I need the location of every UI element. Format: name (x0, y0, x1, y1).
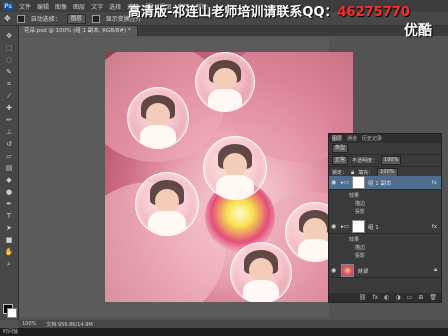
layers-panel-footer: ⛓ fx ◐ ◑ ▭ ⊞ 🗑︎ (329, 293, 441, 302)
watermark-text: 高清版-祁连山老师培训请联系QQ：46275770 (128, 1, 410, 20)
visibility-eye-icon[interactable]: ◉ (331, 223, 338, 230)
history-brush-icon[interactable]: ↺ (4, 140, 14, 148)
trash-icon[interactable]: 🗑︎ (429, 294, 437, 301)
document-tab-bar: 花朵.psd @ 100% (组 1 副本, RGB/8#) * (18, 26, 448, 36)
menu-layer[interactable]: 图层 (73, 2, 85, 11)
menu-file[interactable]: 文件 (19, 2, 31, 11)
auto-select-checkbox[interactable] (16, 14, 25, 23)
blur-icon[interactable]: ◆ (4, 176, 14, 184)
photo-bubble[interactable] (135, 172, 199, 236)
move-tool-icon[interactable]: ✥ (4, 14, 11, 23)
layer-thumbnail (341, 264, 354, 277)
hand-icon[interactable]: ✋ (4, 248, 14, 256)
layer-thumbnail (351, 176, 365, 189)
photo-bubble[interactable] (195, 52, 255, 112)
zoom-icon[interactable]: ⌕ (4, 260, 14, 268)
effect-stroke[interactable]: 描边 (355, 244, 365, 251)
timeline-bar[interactable]: 时间轴 (0, 328, 448, 336)
marquee-icon[interactable]: ⬚ (4, 44, 14, 52)
menu-image[interactable]: 图像 (55, 2, 67, 11)
layer-row-background[interactable]: ◉ 背景 🔒︎ (329, 264, 441, 278)
background-color-swatch[interactable] (7, 308, 17, 318)
layer-name[interactable]: 组 1 副本 (368, 179, 392, 187)
folder-icon: ▸▭ (341, 179, 349, 186)
folder-icon[interactable]: ▭ (407, 294, 413, 301)
show-transform-checkbox[interactable] (91, 14, 100, 23)
watermark-label: 高清版-祁连山老师培训请联系QQ： (128, 5, 338, 20)
gradient-icon[interactable]: ▤ (4, 164, 14, 172)
new-layer-icon[interactable]: ⊞ (418, 294, 423, 301)
status-bar: 100% 文档:956.8K/14.9M (19, 320, 448, 328)
auto-select-dropdown[interactable]: 图层 (66, 13, 86, 24)
auto-select-label: 自动选择： (30, 16, 61, 23)
tab-history[interactable]: 历史记录 (362, 135, 382, 142)
blend-row: 正常 不透明度： 100% (329, 155, 441, 167)
watermark-qq: 46275770 (337, 5, 410, 20)
layer-thumbnail (351, 220, 365, 233)
type-icon[interactable]: T (4, 212, 14, 220)
effect-stroke[interactable]: 描边 (355, 200, 365, 207)
layer-filter-row: 类型 (329, 143, 441, 155)
tab-channels[interactable]: 通道 (347, 135, 357, 142)
path-select-icon[interactable]: ➤ (4, 224, 14, 232)
clone-stamp-icon[interactable]: ⊥ (4, 128, 14, 136)
lock-icon: 🔒︎ (434, 267, 437, 273)
layer-name[interactable]: 背景 (357, 267, 368, 275)
fx-icon: fx (431, 179, 437, 186)
crop-icon[interactable]: ⌗ (4, 80, 14, 88)
opacity-label: 不透明度： (352, 158, 378, 164)
folder-icon: ▸▭ (341, 223, 349, 230)
adjust-icon[interactable]: ◑ (395, 294, 400, 301)
layer-filter-dropdown[interactable]: 类型 (332, 144, 349, 153)
layers-panel-tabs: 图层 通道 历史记录 (329, 134, 441, 143)
document-tab[interactable]: 花朵.psd @ 100% (组 1 副本, RGB/8#) * (18, 26, 138, 36)
blend-mode-dropdown[interactable]: 正常 (332, 156, 349, 165)
eraser-icon[interactable]: ▱ (4, 152, 14, 160)
tab-layers[interactable]: 图层 (332, 135, 342, 142)
move-icon[interactable]: ✥ (4, 32, 14, 40)
menu-select[interactable]: 选择 (109, 2, 121, 11)
photoshop-logo: Ps (3, 1, 13, 11)
layer-row-group[interactable]: ◉ ▸▭ 组 1 fx (329, 220, 441, 234)
fx-icon: fx (431, 223, 437, 230)
dodge-icon[interactable]: ● (4, 188, 14, 196)
photo-bubble[interactable] (230, 242, 292, 302)
photo-bubble[interactable] (203, 136, 267, 200)
link-icon[interactable]: ⛓ (359, 294, 367, 301)
mask-icon[interactable]: ◐ (384, 294, 389, 301)
document-canvas[interactable] (105, 52, 353, 302)
zoom-level[interactable]: 100% (22, 321, 36, 327)
document-info: 文档:956.8K/14.9M (46, 321, 93, 328)
fx-icon[interactable]: fx (373, 294, 379, 301)
layer-name[interactable]: 组 1 (368, 223, 379, 231)
effects-label: 效果 (349, 237, 360, 243)
shape-icon[interactable]: ■ (4, 236, 14, 244)
opacity-field[interactable]: 100% (381, 156, 402, 165)
visibility-eye-icon[interactable]: ◉ (331, 179, 338, 186)
fill-label: 填充： (358, 170, 374, 176)
lasso-icon[interactable]: ◌ (4, 56, 14, 64)
layers-panel: 图层 通道 历史记录 类型 正常 不透明度： 100% 锁定： 🔒︎ 填充： 1… (328, 133, 442, 303)
quick-select-icon[interactable]: ✎ (4, 68, 14, 76)
tools-panel: ✥ ⬚ ◌ ✎ ⌗ ⁄ ✚ ✏ ⊥ ↺ ▱ ▤ ◆ ● ✒ T ➤ ■ ✋ ⌕ (0, 26, 19, 320)
healing-brush-icon[interactable]: ✚ (4, 104, 14, 112)
pen-icon[interactable]: ✒ (4, 200, 14, 208)
visibility-eye-icon[interactable]: ◉ (331, 267, 338, 274)
eyedropper-icon[interactable]: ⁄ (4, 92, 14, 100)
layer-row-group-copy[interactable]: ◉ ▸▭ 组 1 副本 fx (329, 176, 441, 190)
brush-icon[interactable]: ✏ (4, 116, 14, 124)
youku-logo: 优酷 (404, 23, 432, 39)
effects-label: 效果 (349, 193, 360, 199)
menu-edit[interactable]: 编辑 (37, 2, 49, 11)
menu-type[interactable]: 文字 (91, 2, 103, 11)
effect-drop-shadow[interactable]: 投影 (355, 208, 365, 215)
lock-label: 锁定： (332, 170, 348, 176)
photo-bubble[interactable] (127, 87, 189, 149)
effect-drop-shadow[interactable]: 投影 (355, 252, 365, 259)
